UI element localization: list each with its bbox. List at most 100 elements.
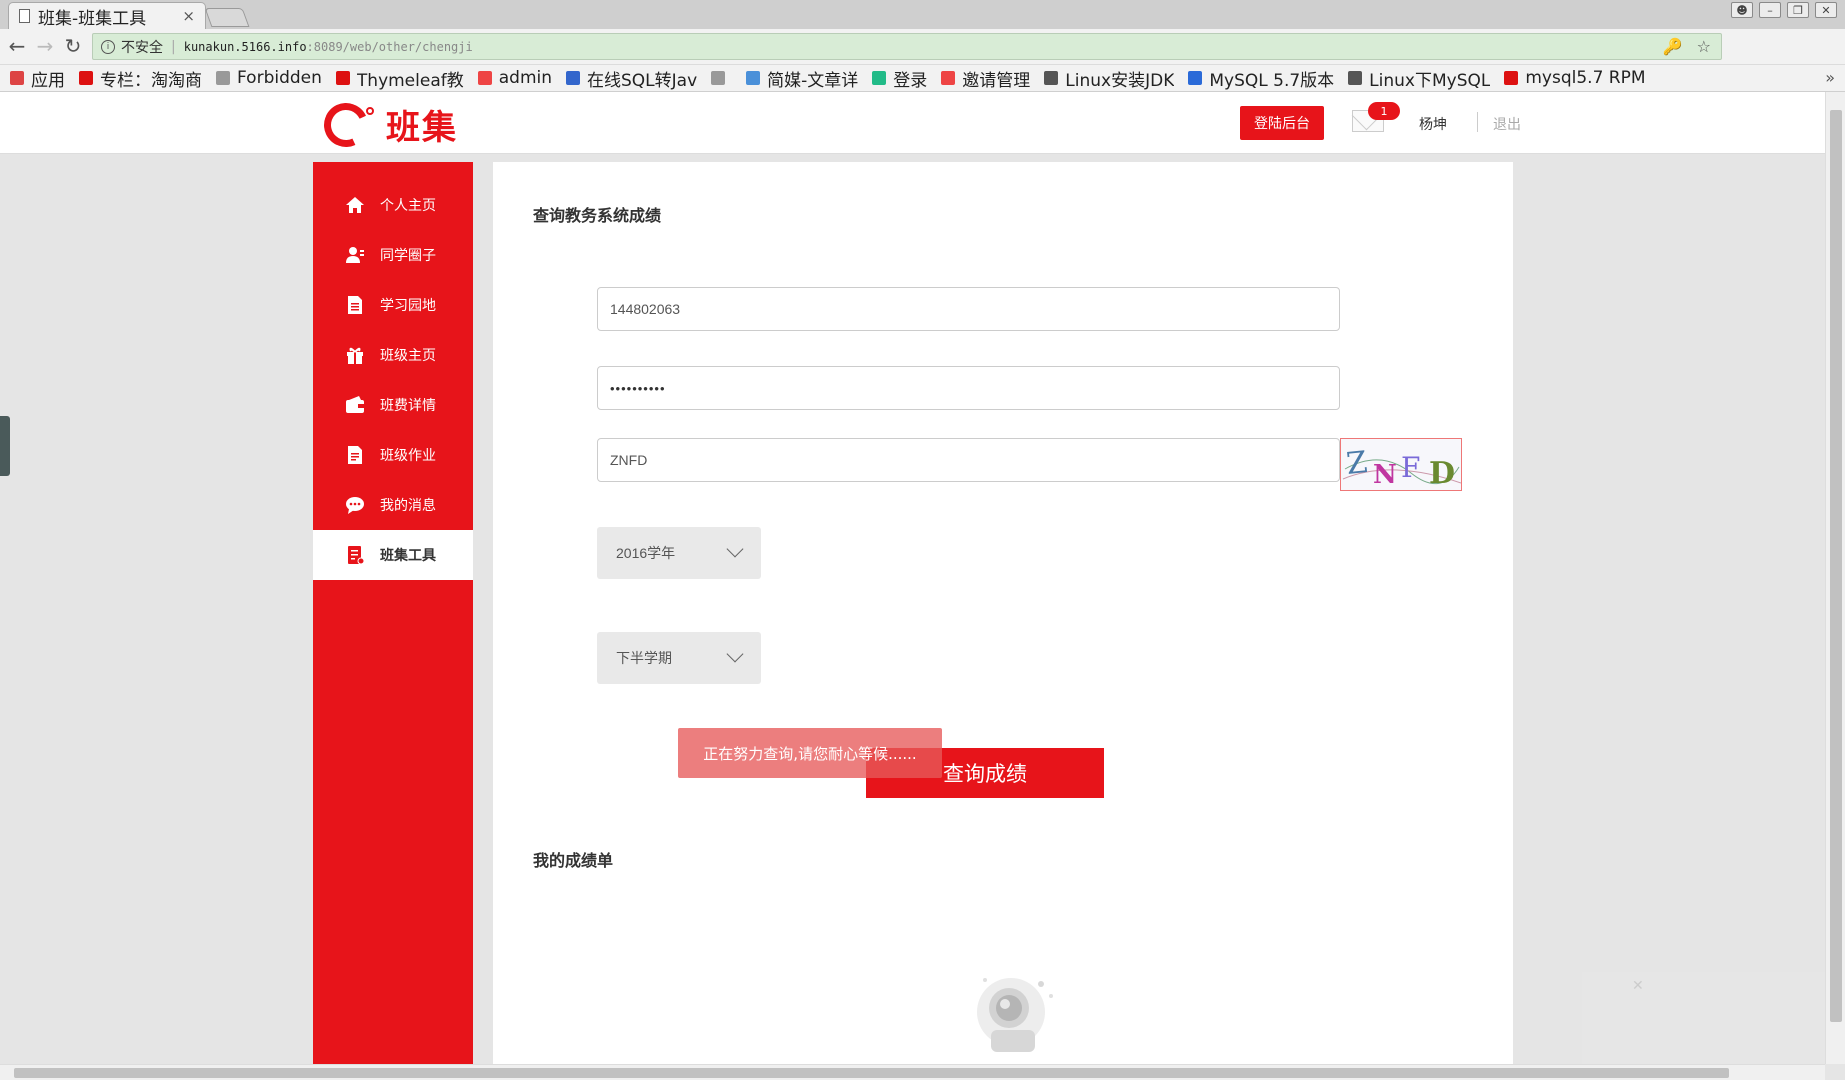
- bookmark-label: mysql5.7 RPM: [1525, 68, 1646, 88]
- profile-icon[interactable]: ☻: [1731, 2, 1753, 18]
- scroll-thumb[interactable]: [14, 1068, 1729, 1078]
- sidebar-item-5[interactable]: 班级作业: [313, 430, 473, 480]
- bookmark-label: 专栏：淘淘商: [100, 70, 202, 91]
- year-select[interactable]: 2016学年: [597, 527, 761, 579]
- info-icon[interactable]: i: [101, 39, 115, 54]
- sidebar-item-0[interactable]: 个人主页: [313, 180, 473, 230]
- close-icon[interactable]: ✕: [1632, 978, 1819, 994]
- bookmark-item[interactable]: 邀请管理: [941, 66, 1030, 91]
- jm-icon: [477, 71, 492, 85]
- more-bookmarks-icon[interactable]: »: [1825, 68, 1835, 87]
- star-icon[interactable]: ☆: [1697, 37, 1711, 56]
- apps-icon: [10, 71, 24, 85]
- unread-badge: 1: [1368, 102, 1400, 120]
- tab-close-icon[interactable]: ×: [182, 7, 195, 25]
- bookmark-item[interactable]: [711, 71, 732, 85]
- bookmark-item[interactable]: 登录: [872, 66, 927, 91]
- back-icon[interactable]: ←: [6, 34, 28, 58]
- side-widget-handle[interactable]: [0, 416, 10, 476]
- admin-login-button[interactable]: 登陆后台: [1240, 106, 1324, 140]
- svg-text:Z: Z: [1345, 445, 1369, 482]
- chat-icon: [344, 495, 366, 515]
- sidebar-item-6[interactable]: 我的消息: [313, 480, 473, 530]
- linux-icon: [1044, 71, 1059, 85]
- sidebar-item-label: 班级主页: [380, 348, 436, 364]
- bookmark-item[interactable]: Linux下MySQL: [1348, 66, 1490, 91]
- bookmark-label: Forbidden: [237, 68, 322, 88]
- sidebar-item-label: 我的消息: [380, 498, 436, 514]
- sidebar-item-2[interactable]: 学习园地: [313, 280, 473, 330]
- password-input[interactable]: ••••••••••: [597, 366, 1340, 410]
- messages-button[interactable]: 1: [1352, 102, 1400, 134]
- bookmark-item[interactable]: Thymeleaf教: [335, 66, 464, 91]
- astronaut-mascot-icon: [971, 970, 1061, 1064]
- window-controls: ☻ – ❐ ✕: [1731, 2, 1837, 18]
- page-title: 查询教务系统成绩: [533, 206, 662, 225]
- student-id-input[interactable]: 144802063: [597, 287, 1340, 331]
- user-icon: [344, 245, 366, 265]
- svg-text:N: N: [1373, 460, 1397, 490]
- captcha-image[interactable]: Z N F D: [1340, 438, 1462, 491]
- bookmarks-bar: 应用 专栏：淘淘商 Forbidden Thymeleaf教 admin 在线SQL转Ja…: [0, 65, 1845, 92]
- key-icon[interactable]: 🔑: [1663, 37, 1683, 56]
- document-icon: [344, 295, 366, 315]
- home-icon: [344, 195, 366, 215]
- divider: [1477, 112, 1478, 132]
- bookmark-item[interactable]: 专栏：淘淘商: [79, 66, 202, 91]
- term-select-value: 下半学期: [616, 650, 672, 666]
- sidebar-item-label: 学习园地: [380, 298, 436, 314]
- results-title: 我的成绩单: [533, 851, 614, 870]
- sidebar-item-7[interactable]: 班集工具: [313, 530, 473, 580]
- url-path: :8089/web/other/chengji: [306, 39, 473, 54]
- logo-dot-icon: [366, 106, 374, 115]
- forward-icon[interactable]: →: [34, 34, 56, 58]
- address-bar[interactable]: i 不安全 | kunakun.5166.info :8089/web/othe…: [92, 33, 1722, 60]
- csdn-icon: [335, 71, 350, 85]
- browser-tab[interactable]: 班集-班集工具 ×: [8, 2, 206, 29]
- separator: |: [171, 38, 176, 55]
- horizontal-scrollbar[interactable]: [0, 1064, 1825, 1080]
- wallet-icon: [344, 395, 366, 415]
- bookmark-item[interactable]: admin: [477, 68, 553, 88]
- sidebar-item-3[interactable]: 班级主页: [313, 330, 473, 380]
- year-select-value: 2016学年: [616, 545, 676, 561]
- sidebar-item-label: 班级作业: [380, 448, 436, 464]
- bookmark-item[interactable]: Linux安装JDK: [1044, 66, 1174, 91]
- vertical-scrollbar[interactable]: [1825, 92, 1845, 1064]
- restore-icon[interactable]: ❐: [1787, 2, 1809, 18]
- tools-icon: [344, 545, 366, 565]
- bookmark-label: 登录: [893, 70, 928, 91]
- reload-icon[interactable]: ↻: [62, 34, 84, 58]
- csdn-icon: [1504, 71, 1519, 85]
- bookmark-item[interactable]: 应用: [10, 66, 65, 91]
- bookmark-item[interactable]: 在线SQL转Jav: [566, 66, 697, 91]
- minimize-icon[interactable]: –: [1759, 2, 1781, 18]
- captcha-input[interactable]: ZNFD: [597, 438, 1340, 482]
- logo-text: 班集: [386, 108, 458, 148]
- scroll-thumb[interactable]: [1830, 110, 1842, 1022]
- sidebar-item-4[interactable]: 班费详情: [313, 380, 473, 430]
- new-tab-button[interactable]: [204, 8, 250, 27]
- address-toolbar: ← → ↻ i 不安全 | kunakun.5166.info :8089/we…: [0, 29, 1845, 87]
- bookmark-item[interactable]: MySQL 5.7版本: [1188, 66, 1334, 91]
- username-link[interactable]: 杨坤: [1419, 114, 1447, 134]
- bookmark-label: admin: [498, 68, 553, 88]
- bookmark-label: Linux下MySQL: [1369, 70, 1491, 91]
- sidebar-item-1[interactable]: 同学圈子: [313, 230, 473, 280]
- bookmark-item[interactable]: mysql5.7 RPM: [1504, 68, 1646, 88]
- sidebar-item-label: 班集工具: [380, 548, 436, 564]
- bookmark-label: 在线SQL转Jav: [587, 70, 698, 91]
- bookmark-label: Thymeleaf教: [356, 70, 464, 91]
- faded-overlay-panel: ✕: [1582, 972, 1825, 1064]
- main-content: 查询教务系统成绩 144802063 •••••••••• ZNFD Z N F…: [493, 162, 1513, 1064]
- term-select[interactable]: 下半学期: [597, 632, 761, 684]
- site-logo[interactable]: 班集: [317, 96, 458, 153]
- url-host: kunakun.5166.info: [183, 39, 307, 54]
- bookmark-item[interactable]: Forbidden: [216, 68, 322, 88]
- bookmark-item[interactable]: 简媒-文章详: [746, 66, 858, 91]
- sidebar-item-label: 个人主页: [380, 198, 436, 214]
- close-window-icon[interactable]: ✕: [1815, 2, 1837, 18]
- svg-text:F: F: [1401, 451, 1420, 484]
- logout-link[interactable]: 退出: [1493, 114, 1521, 134]
- security-label: 不安全: [121, 39, 163, 56]
